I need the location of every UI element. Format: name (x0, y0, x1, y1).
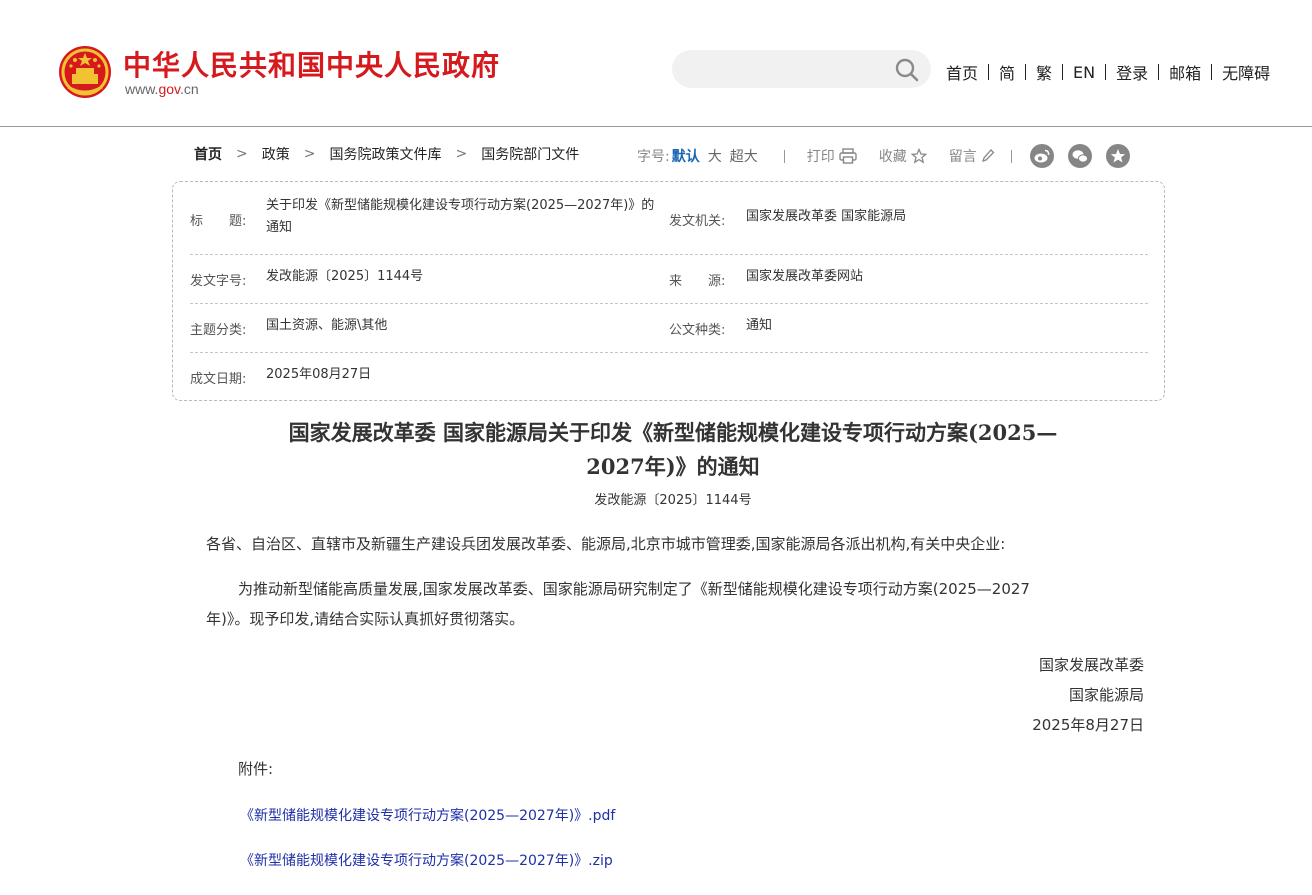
breadcrumb-separator-icon: > (455, 146, 468, 162)
national-emblem-icon[interactable] (58, 45, 112, 99)
print-label: 打印 (806, 149, 835, 165)
nav-home[interactable]: 首页 (946, 60, 978, 84)
site-header: 中华人民共和国中央人民政府 www.gov.cn 首页 简 繁 EN 登录 邮箱… (0, 0, 1312, 127)
nav-divider (1158, 64, 1160, 80)
info-row-topic: 主题分类: 国土资源、能源\其他 公文种类: 通知 (190, 303, 1148, 353)
printer-icon (839, 148, 857, 164)
weibo-share-button[interactable] (1029, 144, 1054, 168)
nav-english[interactable]: EN (1073, 63, 1095, 82)
wechat-icon (1072, 150, 1088, 163)
font-size-large[interactable]: 大 (708, 146, 722, 166)
article-body-line1: 为推动新型储能高质量发展,国家发展改革委、国家能源局研究制定了《新型储能规模化建… (238, 580, 1030, 598)
breadcrumb-separator-icon: > (236, 146, 248, 162)
source-label: 来 源: (669, 274, 726, 289)
search-box (672, 50, 931, 90)
nav-simplified[interactable]: 简 (999, 60, 1015, 84)
article-title: 国家发展改革委 国家能源局关于印发《新型储能规模化建设专项行动方案(2025— … (190, 416, 1156, 484)
breadcrumb-separator-icon: > (303, 146, 316, 162)
nav-divider (1211, 64, 1213, 80)
font-size-label: 字号: (637, 149, 670, 165)
site-title[interactable]: 中华人民共和国中央人民政府 (123, 44, 500, 84)
article-salutation: 各省、自治区、直辖市及新疆生产建设兵团发展改革委、能源局,北京市城市管理委,国家… (206, 535, 1006, 553)
article-title-line1: 国家发展改革委 国家能源局关于印发《新型储能规模化建设专项行动方案(2025— (288, 420, 1058, 445)
search-icon[interactable] (894, 57, 920, 83)
toolbar-divider (783, 149, 785, 163)
attachment-zip-link[interactable]: 《新型储能规模化建设专项行动方案(2025—2027年)》.zip (240, 850, 613, 870)
date-value: 2025年08月27日 (266, 367, 372, 382)
article-title-line2: 2027年)》的通知 (586, 454, 760, 479)
wechat-share-button[interactable] (1067, 144, 1092, 168)
font-size-xlarge[interactable]: 超大 (730, 146, 758, 166)
issuer-label: 发文机关: (669, 214, 726, 229)
breadcrumb-policy-library[interactable]: 国务院政策文件库 (329, 144, 441, 164)
breadcrumb-policy[interactable]: 政策 (262, 144, 290, 164)
print-button[interactable]: 打印 (807, 146, 857, 166)
pencil-icon (981, 149, 995, 163)
signature-issuer-1: 国家发展改革委 (1038, 656, 1144, 674)
info-row-docno: 发文字号: 发改能源〔2025〕1144号 来 源: 国家发展改革委网站 (190, 254, 1148, 304)
nav-divider (1025, 64, 1027, 80)
title-value: 关于印发《新型储能规模化建设专项行动方案(2025—2027年)》的通知 (266, 198, 655, 235)
article-toolbar: 字号: 默认 大 超大 打印 收藏 留言 (637, 144, 1144, 168)
topic-value: 国土资源、能源\其他 (266, 318, 388, 333)
breadcrumb-department-docs[interactable]: 国务院部门文件 (481, 144, 579, 164)
star-icon (910, 148, 927, 164)
docno-value: 发改能源〔2025〕1144号 (266, 269, 424, 284)
favorite-label: 收藏 (878, 149, 907, 165)
domain-suffix: .cn (180, 81, 199, 97)
info-row-title: 标 题: 关于印发《新型储能规模化建设专项行动方案(2025—2027年)》的通… (190, 182, 1148, 255)
info-row-date: 成文日期: 2025年08月27日 (190, 352, 1148, 401)
attachments-label: 附件: (238, 760, 274, 778)
search-input[interactable] (688, 50, 892, 90)
document-info-box: 标 题: 关于印发《新型储能规模化建设专项行动方案(2025—2027年)》的通… (172, 181, 1165, 401)
type-label: 公文种类: (669, 323, 726, 338)
favorite-share-button[interactable] (1105, 144, 1130, 168)
site-domain: www.gov.cn (125, 81, 199, 97)
nav-divider (988, 64, 990, 80)
topic-label: 主题分类: (190, 323, 247, 338)
signature-date: 2025年8月27日 (1032, 716, 1144, 734)
title-label: 标 题: (190, 214, 247, 229)
nav-accessibility[interactable]: 无障碍 (1222, 60, 1270, 84)
nav-mail[interactable]: 邮箱 (1169, 60, 1201, 84)
attachment-pdf-link[interactable]: 《新型储能规模化建设专项行动方案(2025—2027年)》.pdf (240, 805, 615, 825)
breadcrumb-home[interactable]: 首页 (194, 144, 222, 164)
breadcrumb: 首页 > 政策 > 国务院政策文件库 > 国务院部门文件 (194, 144, 579, 164)
comment-label: 留言 (948, 149, 977, 165)
docno-label: 发文字号: (190, 274, 247, 289)
domain-main: gov (158, 81, 180, 97)
comment-button[interactable]: 留言 (949, 146, 995, 166)
article-doc-number: 发改能源〔2025〕1144号 (594, 493, 752, 508)
nav-traditional[interactable]: 繁 (1036, 60, 1052, 84)
nav-login[interactable]: 登录 (1116, 60, 1148, 84)
toolbar-divider (1010, 149, 1012, 163)
issuer-value: 国家发展改革委 国家能源局 (746, 209, 907, 224)
top-nav: 首页 简 繁 EN 登录 邮箱 无障碍 (946, 60, 1270, 84)
source-value: 国家发展改革委网站 (746, 269, 864, 284)
date-label: 成文日期: (190, 372, 247, 387)
article-body-line2: 年)》。现予印发,请结合实际认真抓好贯彻落实。 (206, 610, 525, 628)
type-value: 通知 (746, 318, 773, 333)
nav-divider (1062, 64, 1064, 80)
signature-issuer-2: 国家能源局 (1068, 686, 1144, 704)
nav-divider (1105, 64, 1107, 80)
favorite-button[interactable]: 收藏 (879, 146, 927, 166)
font-size-default[interactable]: 默认 (672, 146, 700, 166)
domain-prefix: www. (125, 81, 159, 97)
weibo-icon (1034, 149, 1050, 163)
favorite-star-icon (1110, 149, 1125, 163)
